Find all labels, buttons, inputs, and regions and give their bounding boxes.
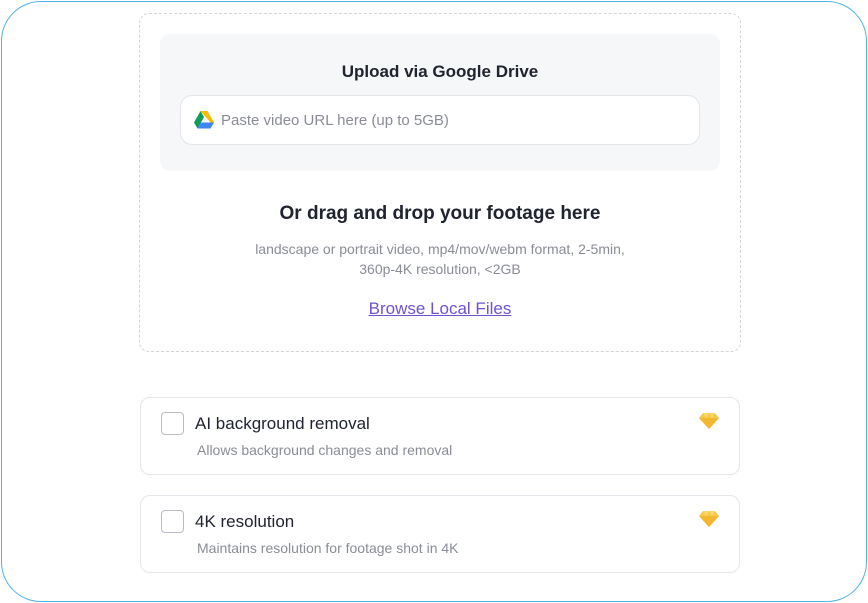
drop-requirements: landscape or portrait video, mp4/mov/web… <box>139 239 741 279</box>
option-title: 4K resolution <box>195 512 295 531</box>
option-ai-background-removal[interactable]: AI background removal Allows background … <box>140 397 740 475</box>
google-drive-icon <box>194 111 214 129</box>
google-drive-title: Upload via Google Drive <box>341 62 539 81</box>
google-drive-upload-panel: Upload via Google Drive <box>160 34 720 171</box>
video-url-field[interactable] <box>180 95 700 145</box>
option-title: AI background removal <box>195 414 370 433</box>
drop-heading: Or drag and drop your footage here <box>279 203 601 224</box>
option-description: Allows background changes and removal <box>197 442 453 458</box>
video-url-input[interactable] <box>221 96 691 144</box>
4k-resolution-checkbox[interactable] <box>161 510 184 533</box>
drop-requirements-line-1: landscape or portrait video, mp4/mov/web… <box>255 241 625 257</box>
ai-background-removal-checkbox[interactable] <box>161 412 184 435</box>
option-4k-resolution[interactable]: 4K resolution Maintains resolution for f… <box>140 495 740 573</box>
premium-gem-icon <box>699 413 719 429</box>
browse-local-files-label[interactable]: Browse Local Files <box>369 299 512 318</box>
premium-gem-icon <box>699 511 719 527</box>
drop-requirements-line-2: 360p-4K resolution, <2GB <box>359 261 521 277</box>
option-description: Maintains resolution for footage shot in… <box>197 540 459 556</box>
browse-local-files-link[interactable]: Browse Local Files <box>139 299 741 319</box>
